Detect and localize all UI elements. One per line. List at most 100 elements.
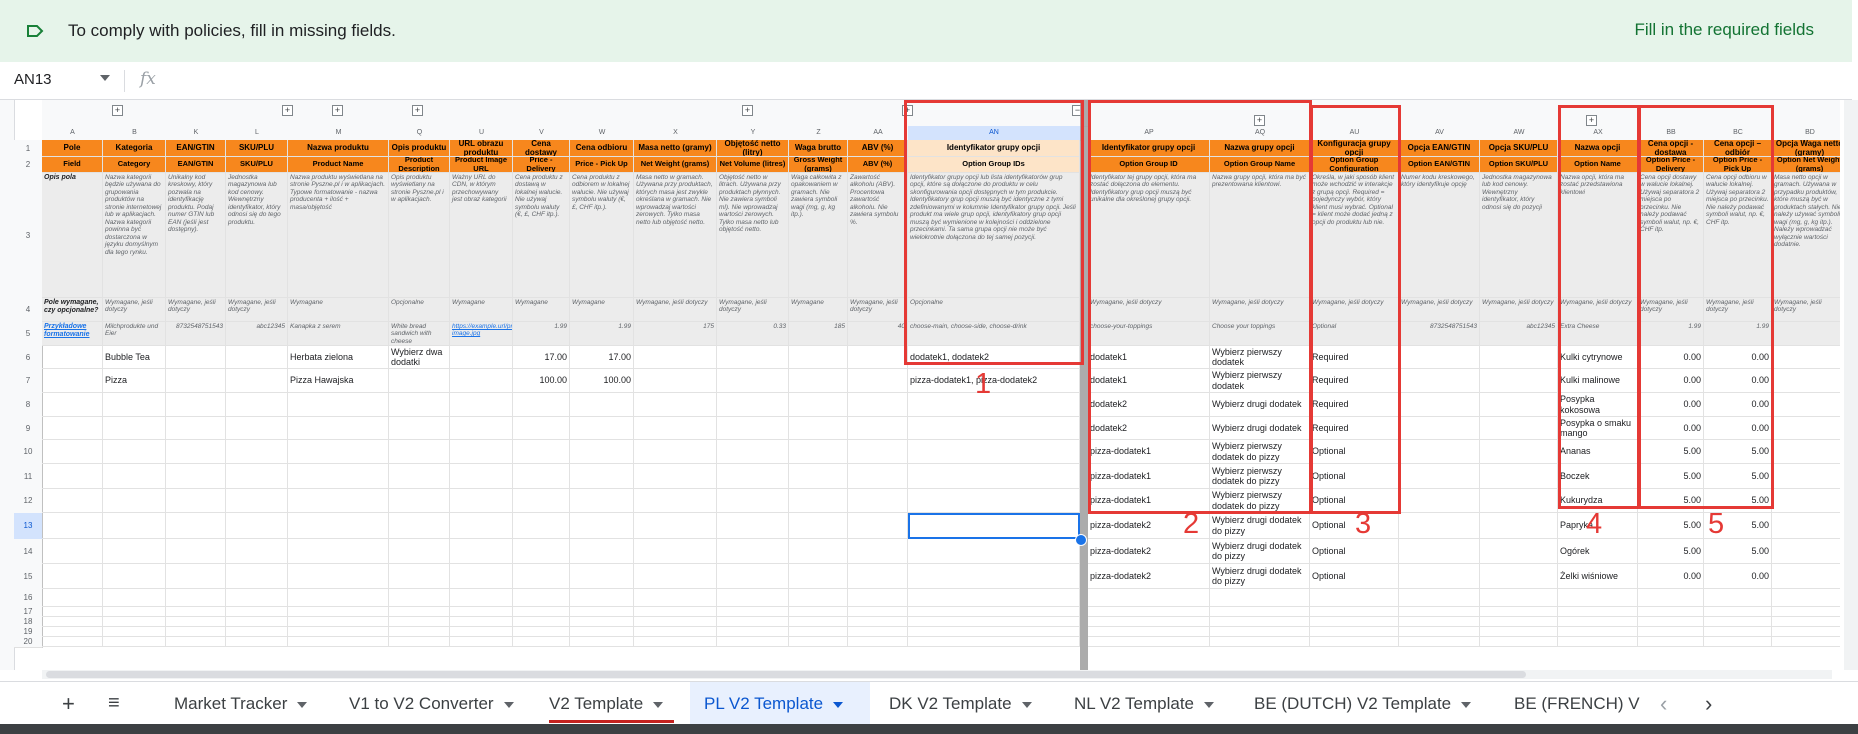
empty-cell[interactable]: [389, 539, 450, 564]
empty-cell[interactable]: [1772, 637, 1840, 647]
empty-cell[interactable]: [42, 417, 103, 440]
cell-config[interactable]: Optional: [1310, 464, 1399, 489]
sheet-tab[interactable]: BE (FRENCH) V: [1500, 682, 1660, 725]
empty-cell[interactable]: [789, 617, 848, 627]
empty-cell[interactable]: [717, 627, 789, 637]
empty-cell[interactable]: [513, 539, 570, 564]
empty-cell[interactable]: [634, 346, 717, 369]
empty-cell[interactable]: [450, 564, 513, 589]
empty-cell[interactable]: [570, 464, 634, 489]
empty-cell[interactable]: [789, 627, 848, 637]
empty-cell[interactable]: [389, 417, 450, 440]
empty-cell[interactable]: [166, 417, 226, 440]
empty-cell[interactable]: [1480, 369, 1558, 393]
empty-cell[interactable]: [1310, 637, 1399, 647]
empty-cell[interactable]: [1399, 369, 1480, 393]
name-box[interactable]: AN13: [14, 71, 52, 88]
empty-cell[interactable]: [450, 637, 513, 647]
empty-cell[interactable]: [1210, 627, 1310, 637]
empty-cell[interactable]: [1399, 489, 1480, 513]
empty-cell[interactable]: [1480, 393, 1558, 417]
empty-cell[interactable]: [1310, 607, 1399, 617]
empty-cell[interactable]: [789, 589, 848, 607]
row-header[interactable]: 1: [14, 140, 43, 158]
empty-cell[interactable]: [389, 489, 450, 513]
empty-cell[interactable]: [848, 393, 908, 417]
empty-cell[interactable]: [1088, 627, 1210, 637]
fill-handle[interactable]: [1075, 534, 1087, 546]
empty-cell[interactable]: [1399, 440, 1480, 464]
cell-price-delivery[interactable]: 100.00: [513, 369, 570, 393]
column-header-l[interactable]: L: [226, 126, 289, 141]
empty-cell[interactable]: [42, 589, 103, 607]
empty-cell[interactable]: [166, 489, 226, 513]
row-header[interactable]: 20: [14, 637, 43, 648]
empty-cell[interactable]: [717, 440, 789, 464]
empty-cell[interactable]: [226, 539, 288, 564]
spreadsheet-grid[interactable]: + + + + + + − + + A B K L M Q U V W X Y Z AA AN AP AQ AU AV AW AX BB…: [0, 100, 1840, 670]
freeze-column-divider[interactable]: [1080, 100, 1088, 670]
empty-cell[interactable]: [570, 513, 634, 539]
cell-option-group-ids[interactable]: pizza-dodatek1, pizza-dodatek2: [908, 369, 1080, 393]
empty-cell[interactable]: [1310, 617, 1399, 627]
column-header-v[interactable]: V: [513, 126, 571, 141]
empty-cell[interactable]: [226, 393, 288, 417]
empty-cell[interactable]: [717, 617, 789, 627]
empty-cell[interactable]: [1772, 464, 1840, 489]
empty-cell[interactable]: [789, 513, 848, 539]
empty-cell[interactable]: [570, 417, 634, 440]
empty-cell[interactable]: [1399, 589, 1480, 607]
empty-cell[interactable]: [1558, 607, 1638, 617]
empty-cell[interactable]: [634, 627, 717, 637]
column-header-ap[interactable]: AP: [1088, 126, 1211, 141]
column-header-u[interactable]: U: [450, 126, 514, 141]
sheet-tab[interactable]: NL V2 Template: [1060, 682, 1235, 725]
cell-group-id[interactable]: dodatek1: [1088, 369, 1210, 393]
empty-cell[interactable]: [908, 539, 1080, 564]
empty-cell[interactable]: [450, 513, 513, 539]
cell-group-id[interactable]: dodatek2: [1088, 417, 1210, 440]
empty-cell[interactable]: [1399, 627, 1480, 637]
row-header[interactable]: 13: [14, 513, 43, 540]
empty-cell[interactable]: [103, 464, 166, 489]
empty-cell[interactable]: [103, 607, 166, 617]
cell-price-delivery[interactable]: 17.00: [513, 346, 570, 369]
empty-cell[interactable]: [848, 627, 908, 637]
empty-cell[interactable]: [226, 489, 288, 513]
cell-name[interactable]: Ananas: [1558, 440, 1638, 464]
empty-cell[interactable]: [908, 607, 1080, 617]
cell-name[interactable]: Żelki wiśniowe: [1558, 564, 1638, 589]
empty-cell[interactable]: [42, 440, 103, 464]
empty-cell[interactable]: [513, 464, 570, 489]
empty-cell[interactable]: [166, 513, 226, 539]
empty-cell[interactable]: [634, 417, 717, 440]
column-header-b[interactable]: B: [103, 126, 167, 141]
empty-cell[interactable]: [717, 369, 789, 393]
empty-cell[interactable]: [103, 539, 166, 564]
cell-group-name[interactable]: Wybierz pierwszy dodatek do pizzy: [1210, 440, 1310, 464]
empty-cell[interactable]: [848, 589, 908, 607]
empty-cell[interactable]: [789, 346, 848, 369]
empty-cell[interactable]: [166, 440, 226, 464]
empty-cell[interactable]: [1480, 417, 1558, 440]
empty-cell[interactable]: [789, 539, 848, 564]
empty-cell[interactable]: [450, 489, 513, 513]
cell-group-id[interactable]: pizza-dodatek2: [1088, 539, 1210, 564]
cell-config[interactable]: Required: [1310, 369, 1399, 393]
cell-category[interactable]: Pizza: [103, 369, 166, 393]
empty-cell[interactable]: [513, 617, 570, 627]
empty-cell[interactable]: [1638, 607, 1704, 617]
cell-group-id[interactable]: pizza-dodatek2: [1088, 564, 1210, 589]
cell-name[interactable]: Kulki cytrynowe: [1558, 346, 1638, 369]
empty-cell[interactable]: [450, 617, 513, 627]
group-expand-button[interactable]: +: [902, 105, 913, 116]
empty-cell[interactable]: [103, 513, 166, 539]
empty-cell[interactable]: [288, 539, 389, 564]
empty-cell[interactable]: [908, 617, 1080, 627]
empty-cell[interactable]: [1558, 617, 1638, 627]
empty-cell[interactable]: [634, 369, 717, 393]
empty-cell[interactable]: [389, 564, 450, 589]
cell-group-name[interactable]: Wybierz pierwszy dodatek do pizzy: [1210, 464, 1310, 489]
empty-cell[interactable]: [1399, 417, 1480, 440]
empty-cell[interactable]: [908, 627, 1080, 637]
